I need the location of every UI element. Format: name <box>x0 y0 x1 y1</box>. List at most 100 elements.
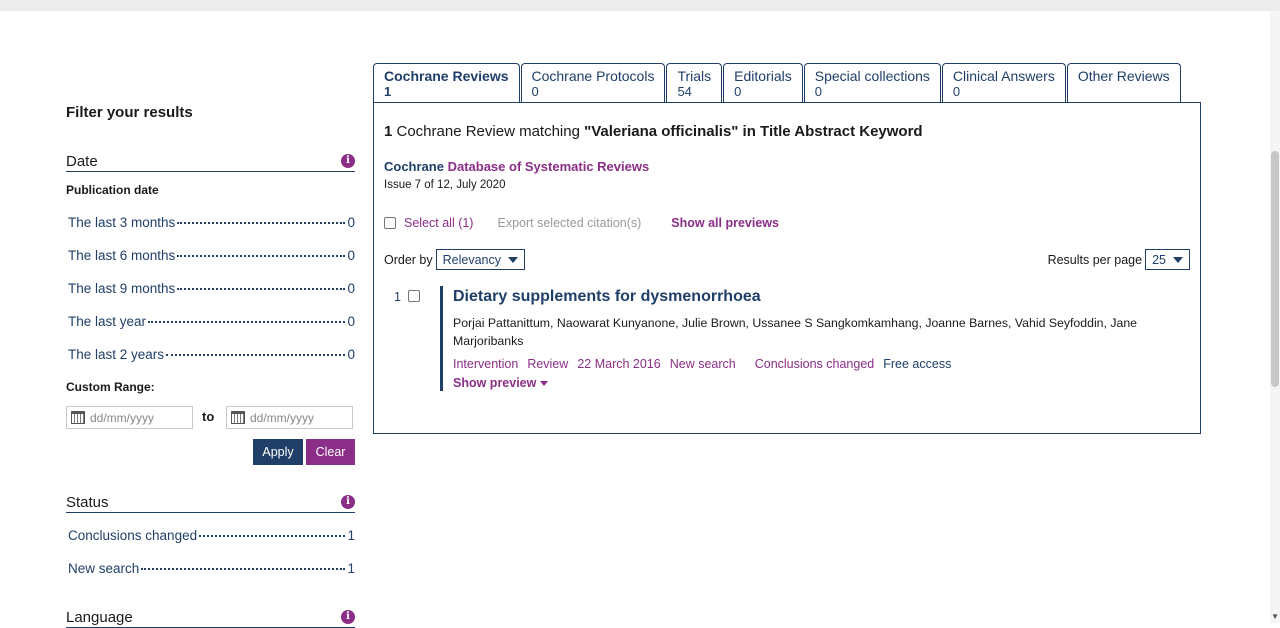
tab-trials[interactable]: Trials 54 <box>666 63 723 103</box>
tab-count: 54 <box>677 84 692 99</box>
result-accent-bar <box>440 286 443 391</box>
info-icon[interactable]: i <box>341 495 355 509</box>
date-from-input[interactable]: dd/mm/yyyy <box>66 406 193 429</box>
tab-label: Trials <box>677 68 712 84</box>
result-type: Intervention <box>453 357 519 371</box>
order-by-value: Relevancy <box>442 252 502 267</box>
export-citations-link[interactable]: Export selected citation(s) <box>497 216 641 230</box>
filter-item-count: 0 <box>347 314 355 329</box>
filter-item-label: The last 6 months <box>68 248 176 263</box>
browser-top-strip <box>0 0 1280 11</box>
leader-dots <box>141 568 346 570</box>
show-preview-label: Show preview <box>453 376 537 390</box>
filter-item-new-search[interactable]: New search 1 <box>68 561 355 576</box>
filter-item-label: The last 2 years <box>68 347 165 362</box>
leader-dots <box>177 255 346 257</box>
result-checkbox[interactable] <box>408 290 420 302</box>
selection-toolbar: Select all (1) Export selected citation(… <box>384 216 779 230</box>
tab-label: Clinical Answers <box>952 68 1055 84</box>
caret-down-icon <box>508 256 519 263</box>
status-facet-header[interactable]: Status i <box>66 492 355 513</box>
filter-item-count: 1 <box>347 561 355 576</box>
results-per-page-value: 25 <box>1152 252 1166 267</box>
filter-item-label: New search <box>68 561 140 576</box>
database-title-part2: Database of Systematic Reviews <box>443 159 650 174</box>
tab-label: Special collections <box>814 68 930 84</box>
status-facet-label: Status <box>66 493 109 511</box>
filter-item-label: The last 9 months <box>68 281 176 296</box>
tab-count: 0 <box>952 84 961 99</box>
page-scrollbar[interactable]: ▼ <box>1270 11 1280 623</box>
date-facet-header[interactable]: Date i <box>66 151 355 172</box>
info-icon[interactable]: i <box>341 154 355 168</box>
date-facet-label: Date <box>66 152 98 170</box>
results-query: "Valeriana officinalis" in Title Abstrac… <box>584 123 923 140</box>
to-label: to <box>202 409 215 424</box>
filter-item-last-year[interactable]: The last year 0 <box>68 314 355 329</box>
result-number: 1 <box>394 290 401 304</box>
date-to-input[interactable]: dd/mm/yyyy <box>226 406 353 429</box>
caret-down-icon <box>540 380 549 386</box>
tab-count: 0 <box>531 84 539 99</box>
result-title-link[interactable]: Dietary supplements for dysmenorrhoea <box>453 288 761 306</box>
tab-clinical-answers[interactable]: Clinical Answers 0 <box>941 63 1066 103</box>
leader-dots <box>199 535 346 537</box>
date-to-placeholder: dd/mm/yyyy <box>250 410 315 425</box>
filter-item-last-6-months[interactable]: The last 6 months 0 <box>68 248 355 263</box>
order-by-select[interactable]: Relevancy <box>435 249 526 270</box>
language-facet-header[interactable]: Language i <box>66 607 355 628</box>
tab-cochrane-protocols[interactable]: Cochrane Protocols 0 <box>520 63 666 103</box>
results-summary: 1 Cochrane Review matching "Valeriana of… <box>384 123 923 140</box>
select-all-link[interactable]: Select all (1) <box>404 216 473 230</box>
tab-other-reviews[interactable]: Other Reviews <box>1066 63 1181 103</box>
filter-item-last-2-years[interactable]: The last 2 years 0 <box>68 347 355 362</box>
result-tag-new-search: New search <box>669 357 736 371</box>
scroll-down-arrow-icon[interactable]: ▼ <box>1271 612 1279 621</box>
database-title[interactable]: Cochrane Database of Systematic Reviews <box>384 159 649 174</box>
tab-count: 0 <box>814 84 822 99</box>
show-preview-toggle[interactable]: Show preview <box>453 376 549 390</box>
info-icon[interactable]: i <box>341 610 355 624</box>
results-per-page-row: Results per page 25 <box>1048 249 1190 270</box>
result-stage: Review <box>527 357 569 371</box>
clear-button[interactable]: Clear <box>306 439 355 465</box>
show-all-previews-link[interactable]: Show all previews <box>671 216 779 230</box>
tab-label: Cochrane Reviews <box>384 68 509 84</box>
calendar-icon <box>71 411 85 424</box>
scrollbar-thumb[interactable] <box>1271 151 1279 387</box>
result-authors: Porjai Pattanittum, Naowarat Kunyanone, … <box>453 316 1138 348</box>
calendar-icon <box>231 411 245 424</box>
filter-item-conclusions-changed[interactable]: Conclusions changed 1 <box>68 528 355 543</box>
results-per-page-select[interactable]: 25 <box>1145 249 1190 270</box>
filter-item-last-9-months[interactable]: The last 9 months 0 <box>68 281 355 296</box>
result-access: Free access <box>883 357 952 371</box>
result-tabs: Cochrane Reviews 1 Cochrane Protocols 0 … <box>373 63 1182 104</box>
tab-count: 0 <box>734 84 742 99</box>
tab-label: Cochrane Protocols <box>531 68 655 84</box>
order-by-label: Order by <box>384 252 433 267</box>
filter-item-last-3-months[interactable]: The last 3 months 0 <box>68 215 355 230</box>
tab-special-collections[interactable]: Special collections 0 <box>803 63 941 103</box>
issue-info: Issue 7 of 12, July 2020 <box>384 179 506 191</box>
filter-item-count: 1 <box>347 528 355 543</box>
caret-down-icon <box>1173 256 1183 263</box>
custom-range-label: Custom Range: <box>66 380 155 394</box>
filter-item-count: 0 <box>347 248 355 263</box>
results-per-page-label: Results per page <box>1047 252 1143 267</box>
tab-label: Editorials <box>734 68 792 84</box>
apply-button[interactable]: Apply <box>253 439 303 465</box>
filter-title: Filter your results <box>66 104 193 121</box>
leader-dots <box>148 321 346 323</box>
leader-dots <box>177 222 346 224</box>
result-metadata: Intervention Review 22 March 2016 New se… <box>453 357 960 371</box>
filter-item-count: 0 <box>347 281 355 296</box>
leader-dots <box>166 354 346 356</box>
tab-editorials[interactable]: Editorials 0 <box>723 63 803 103</box>
database-title-part1: Cochrane <box>384 159 444 174</box>
tab-cochrane-reviews[interactable]: Cochrane Reviews 1 <box>373 63 520 104</box>
filter-item-count: 0 <box>347 215 355 230</box>
filter-sidebar: Filter your results Date i Publication d… <box>66 104 355 628</box>
select-all-checkbox[interactable] <box>384 217 396 229</box>
result-tag-conclusions-changed: Conclusions changed <box>754 357 875 371</box>
results-panel: 1 Cochrane Review matching "Valeriana of… <box>373 102 1201 434</box>
